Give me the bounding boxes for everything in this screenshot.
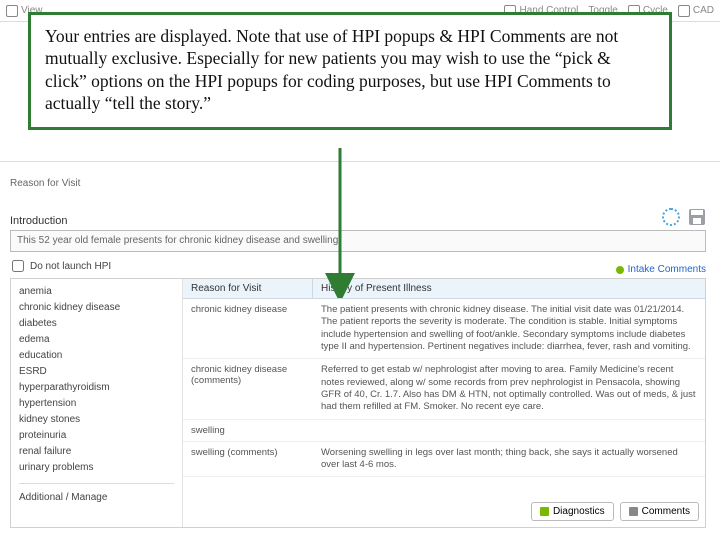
table-row[interactable]: swelling (comments) Worsening swelling i… <box>183 442 705 478</box>
sidebar-item[interactable]: education <box>19 349 174 362</box>
launch-hpi-checkbox[interactable]: Do not launch HPI <box>12 260 111 272</box>
intake-comments-link[interactable]: Intake Comments <box>616 264 706 275</box>
tb-cad-label: CAD <box>693 5 714 16</box>
row-hpi: Referred to get estab w/ nephrologist af… <box>313 359 705 418</box>
sidebar-item[interactable]: hyperparathyroidism <box>19 381 174 394</box>
intro-heading: Introduction <box>10 215 67 227</box>
callout-arrow <box>310 148 370 298</box>
sidebar-item[interactable]: proteinuria <box>19 429 174 442</box>
sidebar-item[interactable]: urinary problems <box>19 461 174 474</box>
instruction-callout: Your entries are displayed. Note that us… <box>28 12 672 130</box>
dot-icon <box>616 266 624 274</box>
launch-hpi-label: Do not launch HPI <box>30 261 111 272</box>
loading-icon <box>662 208 680 226</box>
comments-label: Comments <box>642 506 690 517</box>
sidebar-item[interactable]: renal failure <box>19 445 174 458</box>
sidebar-item[interactable]: anemia <box>19 285 174 298</box>
row-reason: chronic kidney disease (comments) <box>183 359 313 418</box>
sidebar-manage[interactable]: Additional / Manage <box>19 491 174 504</box>
sidebar-separator <box>19 483 174 484</box>
intro-icons <box>662 208 706 226</box>
row-reason: swelling <box>183 420 313 441</box>
sidebar-item[interactable]: diabetes <box>19 317 174 330</box>
hpi-rows: chronic kidney disease The patient prese… <box>183 299 705 527</box>
save-icon[interactable] <box>688 208 706 226</box>
row-hpi <box>313 420 705 441</box>
sidebar-item[interactable]: hypertension <box>19 397 174 410</box>
sidebar-item[interactable]: chronic kidney disease <box>19 301 174 314</box>
intake-comments-label: Intake Comments <box>628 264 706 275</box>
view-icon <box>6 5 18 17</box>
comments-button[interactable]: Comments <box>620 502 699 521</box>
section-label: Reason for Visit <box>10 178 80 189</box>
row-reason: swelling (comments) <box>183 442 313 477</box>
sidebar-item[interactable]: edema <box>19 333 174 346</box>
diagnostics-label: Diagnostics <box>553 506 605 517</box>
launch-hpi-input[interactable] <box>12 260 24 272</box>
hpi-button-bar: Diagnostics Comments <box>531 502 699 521</box>
table-row[interactable]: chronic kidney disease The patient prese… <box>183 299 705 359</box>
col-hpi: History of Present Illness <box>313 279 705 298</box>
col-reason: Reason for Visit <box>183 279 313 298</box>
sidebar-item[interactable]: ESRD <box>19 365 174 378</box>
table-row[interactable]: chronic kidney disease (comments) Referr… <box>183 359 705 419</box>
hpi-panel: anemia chronic kidney disease diabetes e… <box>10 278 706 528</box>
sidebar-item[interactable]: kidney stones <box>19 413 174 426</box>
cad-icon <box>678 5 690 17</box>
square-icon <box>629 507 638 516</box>
diagnostics-button[interactable]: Diagnostics <box>531 502 614 521</box>
row-reason: chronic kidney disease <box>183 299 313 358</box>
tb-cad[interactable]: CAD <box>678 5 714 17</box>
hpi-sidebar: anemia chronic kidney disease diabetes e… <box>11 279 183 527</box>
hpi-main: Reason for Visit History of Present Illn… <box>183 279 705 527</box>
square-icon <box>540 507 549 516</box>
table-row[interactable]: swelling <box>183 420 705 442</box>
row-hpi: Worsening swelling in legs over last mon… <box>313 442 705 477</box>
hpi-header-row: Reason for Visit History of Present Illn… <box>183 279 705 299</box>
row-hpi: The patient presents with chronic kidney… <box>313 299 705 358</box>
